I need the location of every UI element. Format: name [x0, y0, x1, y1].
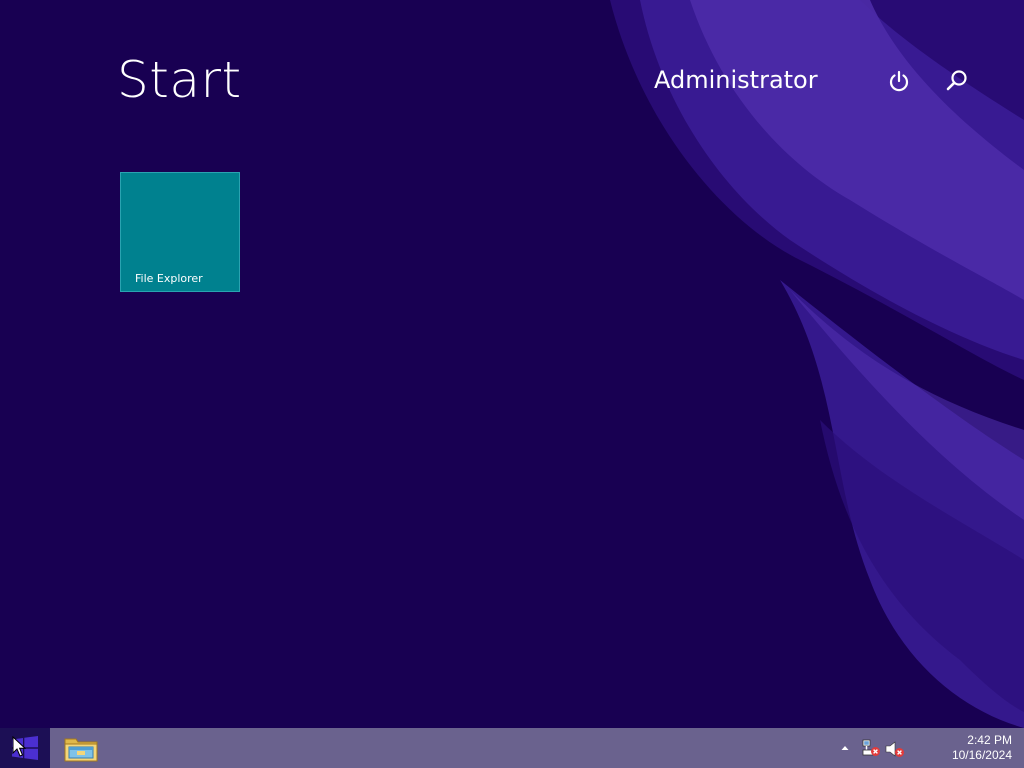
mouse-cursor-icon: [12, 736, 26, 757]
search-icon: [946, 70, 967, 91]
power-icon: [889, 70, 909, 92]
search-button[interactable]: [944, 66, 970, 96]
taskbar: 2:42 PM 10/16/2024: [0, 728, 1024, 768]
start-button[interactable]: [0, 728, 50, 768]
tile-label: File Explorer: [135, 272, 203, 285]
file-explorer-icon: [64, 738, 98, 762]
taskbar-clock[interactable]: 2:42 PM 10/16/2024: [930, 733, 1012, 763]
network-disconnected-icon[interactable]: [861, 739, 881, 757]
clock-date: 10/16/2024: [951, 748, 1012, 762]
tile-file-explorer[interactable]: File Explorer: [120, 172, 240, 292]
taskbar-file-explorer-button[interactable]: [58, 728, 104, 768]
page-title: Start: [117, 51, 242, 109]
start-screen: Start Administrator File Explorer 2:42 P…: [0, 0, 1024, 768]
show-hidden-icons-chevron[interactable]: [839, 742, 851, 754]
volume-muted-icon[interactable]: [885, 740, 905, 758]
clock-time: 2:42 PM: [967, 733, 1012, 747]
user-account-name[interactable]: Administrator: [654, 63, 818, 97]
power-button[interactable]: [886, 66, 912, 96]
